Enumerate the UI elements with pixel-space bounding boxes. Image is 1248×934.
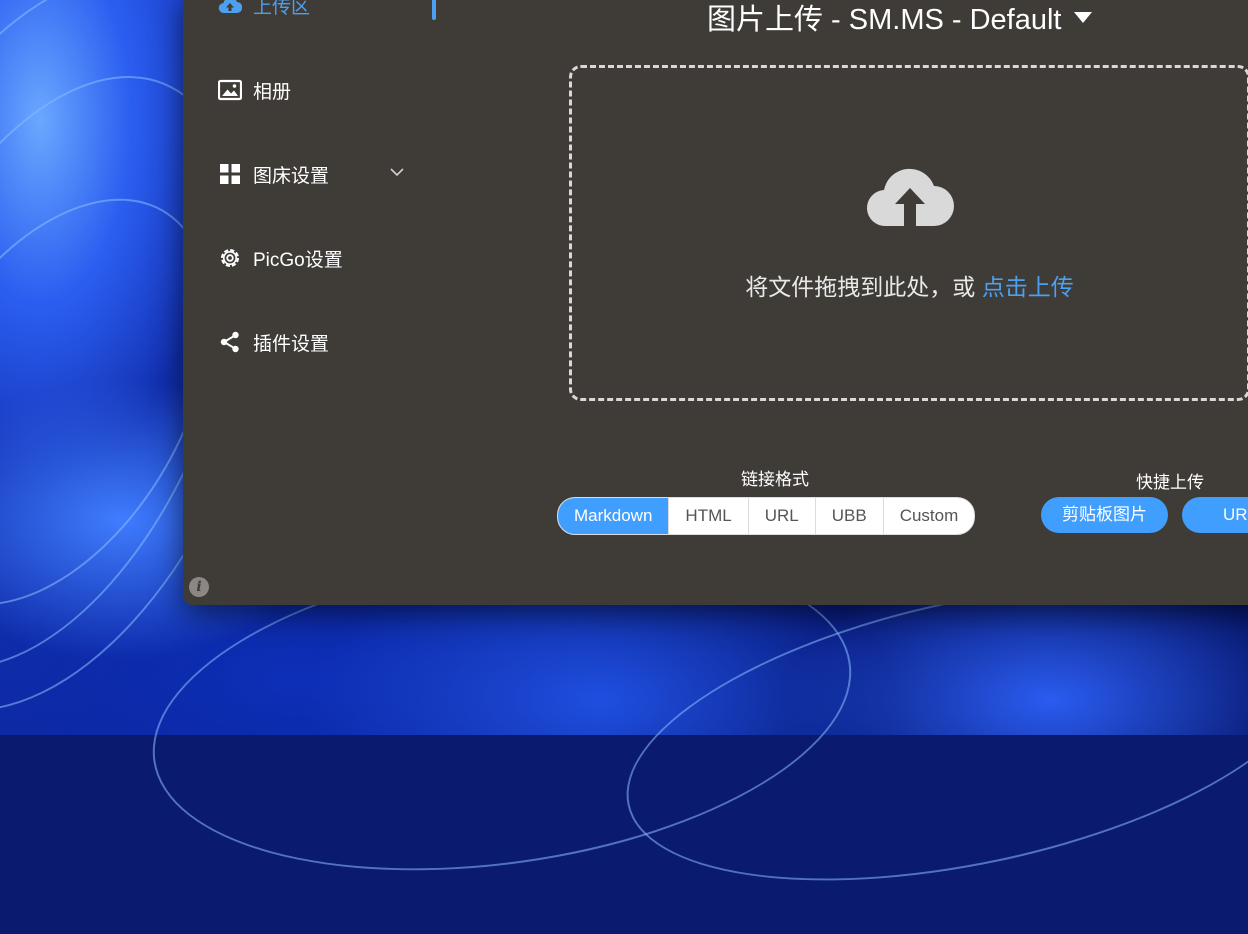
format-option-ubb[interactable]: UBB bbox=[816, 498, 884, 534]
format-option-markdown[interactable]: Markdown bbox=[558, 498, 670, 534]
page-title-text: 图片上传 - SM.MS - Default bbox=[707, 4, 1062, 36]
quick-upload-label: 快捷上传 bbox=[1136, 473, 1204, 492]
sidebar-item-label: 插件设置 bbox=[253, 333, 330, 355]
sidebar-item-upload[interactable]: 上传区 bbox=[217, 0, 310, 20]
sidebar: 上传区 相册 图床设置 PicGo设置 插件设置 i bbox=[183, 0, 438, 605]
link-format-label: 链接格式 bbox=[741, 470, 809, 489]
format-option-custom[interactable]: Custom bbox=[884, 498, 975, 534]
grid-icon bbox=[217, 161, 243, 187]
format-option-url[interactable]: URL bbox=[749, 498, 816, 534]
sidebar-item-label: 图床设置 bbox=[253, 165, 330, 187]
dropzone-hint: 将文件拖拽到此处，或 点击上传 bbox=[572, 268, 1247, 302]
sidebar-item-label: 上传区 bbox=[253, 0, 311, 18]
sidebar-item-picgo-settings[interactable]: PicGo设置 bbox=[217, 243, 343, 273]
upload-dropzone[interactable]: 将文件拖拽到此处，或 点击上传 bbox=[569, 65, 1248, 401]
share-icon bbox=[217, 329, 243, 355]
caret-down-icon bbox=[1073, 11, 1092, 23]
clipboard-upload-button[interactable]: 剪贴板图片 bbox=[1041, 497, 1168, 533]
page-title[interactable]: 图片上传 - SM.MS - Default bbox=[707, 0, 1092, 38]
click-upload-link[interactable]: 点击上传 bbox=[982, 274, 1074, 300]
sidebar-item-label: PicGo设置 bbox=[253, 249, 343, 271]
cloud-upload-icon bbox=[866, 160, 954, 233]
link-format-selector: Markdown HTML URL UBB Custom bbox=[557, 497, 976, 535]
gear-icon bbox=[217, 245, 243, 271]
sidebar-item-gallery[interactable]: 相册 bbox=[217, 75, 291, 105]
sidebar-item-plugin-settings[interactable]: 插件设置 bbox=[217, 327, 329, 357]
image-icon bbox=[217, 77, 243, 103]
cloud-upload-icon bbox=[217, 0, 243, 18]
active-indicator bbox=[432, 0, 436, 20]
sidebar-item-label: 相册 bbox=[253, 81, 292, 103]
picgo-window: 上传区 相册 图床设置 PicGo设置 插件设置 i 图片上传 - SM.MS … bbox=[183, 0, 1248, 605]
chevron-down-icon[interactable] bbox=[389, 164, 405, 182]
sidebar-item-picbed-settings[interactable]: 图床设置 bbox=[217, 159, 329, 189]
dropzone-text: 将文件拖拽到此处，或 bbox=[745, 274, 982, 300]
format-option-html[interactable]: HTML bbox=[669, 498, 749, 534]
url-upload-button[interactable]: URL bbox=[1182, 497, 1248, 533]
info-icon[interactable]: i bbox=[189, 577, 209, 597]
